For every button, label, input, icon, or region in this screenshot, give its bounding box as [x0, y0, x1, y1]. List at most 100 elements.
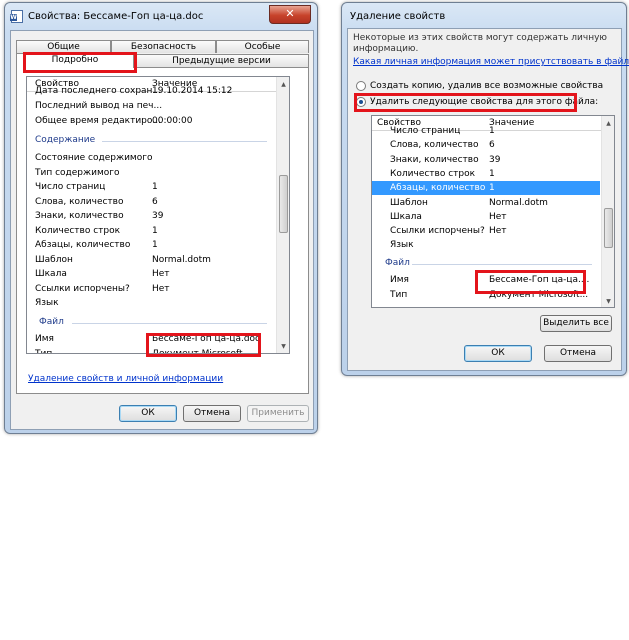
- property-name: Слова, количество: [35, 196, 124, 207]
- tab-label: Безопасность: [130, 42, 197, 52]
- property-name: Шаблон: [35, 254, 73, 265]
- list-item[interactable]: Язык: [27, 296, 275, 310]
- remove-properties-link[interactable]: Удаление свойств и личной информации: [28, 374, 223, 384]
- cancel-button[interactable]: Отмена: [544, 345, 612, 362]
- scroll-down-arrow[interactable]: ▼: [277, 341, 289, 352]
- ok-button[interactable]: ОК: [119, 405, 177, 422]
- property-list: Свойство Значение Дата последнего сохран…: [26, 76, 290, 354]
- group-header: Файл: [39, 316, 64, 327]
- group-header: Содержание: [35, 135, 96, 145]
- property-name: Имя: [390, 274, 409, 285]
- property-name: Слова, количество: [390, 140, 479, 151]
- list-item[interactable]: Последний вывод на печ...: [27, 99, 275, 113]
- property-value: 1: [152, 240, 158, 250]
- list-item[interactable]: Шкала Нет: [27, 267, 275, 281]
- intro-line-1: Некоторые из этих свойств могут содержат…: [353, 33, 608, 43]
- properties-titlebar: W Свойства: Бессаме-Гоп ца-ца.doc: [10, 7, 204, 25]
- property-name: Тип: [35, 348, 53, 354]
- property-name: Число страниц: [390, 126, 461, 136]
- property-value: 1: [489, 126, 495, 136]
- property-value: Нет: [489, 226, 507, 237]
- tab-label: Предыдущие версии: [172, 56, 271, 66]
- property-name: Шаблон: [390, 197, 428, 208]
- list-item[interactable]: Знаки, количество 39: [372, 153, 600, 167]
- property-value: Нет: [489, 211, 507, 222]
- property-value: Нет: [152, 269, 170, 279]
- property-name: Количество строк: [35, 225, 121, 236]
- apply-button[interactable]: Применить: [247, 405, 309, 422]
- property-value: 1: [489, 183, 495, 194]
- list-item[interactable]: Количество строк 1: [27, 224, 275, 238]
- property-value: 19.10.2014 15:12: [152, 86, 233, 96]
- property-name: Ссылки испорчены?: [35, 283, 130, 294]
- scrollbar-thumb[interactable]: [279, 175, 288, 233]
- property-name: Ссылки испорчены?: [390, 226, 485, 237]
- highlight-details-tab: [23, 52, 137, 73]
- close-icon: ✕: [285, 7, 295, 20]
- property-name: Тип содержимого: [35, 167, 120, 178]
- remove-list-scrollbar[interactable]: ▲ ▼: [601, 116, 614, 307]
- list-item[interactable]: Слова, количество 6: [27, 195, 275, 209]
- list-item[interactable]: Ссылки испорчены? Нет: [27, 282, 275, 296]
- scroll-up-arrow[interactable]: ▲: [277, 79, 289, 90]
- list-item[interactable]: Абзацы, количество 1: [27, 238, 275, 252]
- list-item[interactable]: Количество строк 1: [372, 167, 600, 181]
- property-name: Язык: [35, 298, 59, 308]
- group-divider: [72, 322, 267, 324]
- scroll-up-arrow[interactable]: ▲: [602, 118, 614, 129]
- property-value: Normal.dotm: [489, 197, 548, 208]
- property-name: Знаки, количество: [35, 211, 124, 221]
- tab-previous-versions[interactable]: Предыдущие версии: [134, 54, 309, 67]
- property-value: 1: [152, 182, 158, 192]
- property-name: Тип: [390, 289, 408, 300]
- scrollbar-thumb[interactable]: [604, 208, 613, 248]
- property-name: Знаки, количество: [390, 154, 479, 165]
- list-item[interactable]: Число страниц 1: [27, 180, 275, 194]
- list-item[interactable]: Шаблон Normal.dotm: [372, 196, 600, 210]
- cancel-button[interactable]: Отмена: [183, 405, 241, 422]
- option-create-copy[interactable]: Создать копию, удалив все возможные свой…: [370, 81, 603, 91]
- list-item[interactable]: Ссылки испорчены? Нет: [372, 224, 600, 238]
- list-item[interactable]: Число страниц 1: [372, 124, 600, 138]
- remove-properties-window: Удаление свойств Некоторые из этих свойс…: [341, 2, 629, 376]
- list-item[interactable]: Состояние содержимого: [27, 151, 275, 165]
- property-name: Общее время редактиро...: [35, 116, 161, 126]
- list-item[interactable]: Абзацы, количество 1: [372, 181, 600, 196]
- close-button[interactable]: ✕: [269, 5, 311, 24]
- scroll-down-arrow[interactable]: ▼: [602, 296, 614, 307]
- remove-client: Некоторые из этих свойств могут содержат…: [347, 28, 629, 371]
- list-item[interactable]: Шаблон Normal.dotm: [27, 253, 275, 267]
- property-name: Состояние содержимого: [35, 153, 153, 163]
- property-value: 1: [152, 225, 158, 236]
- property-name: Количество строк: [390, 168, 476, 179]
- tab-custom[interactable]: Особые: [216, 40, 309, 53]
- property-value: 6: [152, 196, 158, 207]
- ok-button[interactable]: ОК: [464, 345, 532, 362]
- property-name: Абзацы, количество: [390, 183, 486, 194]
- property-value: Normal.dotm: [152, 254, 211, 265]
- select-all-button[interactable]: Выделить все: [540, 315, 612, 332]
- property-name: Имя: [35, 333, 54, 344]
- list-item[interactable]: Слова, количество 6: [372, 138, 600, 152]
- property-value: 00:00:00: [152, 116, 193, 126]
- group-header: Файл: [385, 257, 410, 268]
- highlight-filename: [146, 333, 261, 357]
- property-name: Шкала: [390, 211, 422, 222]
- property-value: 39: [152, 211, 164, 221]
- properties-client: Общие Безопасность Особые Подробно Преды…: [10, 30, 314, 430]
- list-scrollbar[interactable]: ▲ ▼: [276, 77, 289, 353]
- list-item[interactable]: Дата последнего сохран... 19.10.2014 15:1…: [27, 84, 275, 98]
- list-item[interactable]: Общее время редактиро... 00:00:00: [27, 114, 275, 128]
- list-item[interactable]: Язык: [372, 238, 600, 252]
- list-item[interactable]: Шкала Нет: [372, 210, 600, 224]
- privacy-info-link[interactable]: Какая личная информация может присутство…: [353, 57, 629, 67]
- property-name: Язык: [390, 240, 414, 251]
- group-divider: [102, 141, 267, 142]
- properties-window: W Свойства: Бессаме-Гоп ца-ца.doc ✕ Общи…: [4, 2, 318, 434]
- property-name: Шкала: [35, 269, 67, 279]
- radio-create-copy[interactable]: [356, 81, 366, 91]
- list-item[interactable]: Тип содержимого: [27, 166, 275, 180]
- properties-title: Свойства: Бессаме-Гоп ца-ца.doc: [28, 10, 204, 22]
- list-item[interactable]: Знаки, количество 39: [27, 209, 275, 223]
- remove-title: Удаление свойств: [350, 10, 446, 22]
